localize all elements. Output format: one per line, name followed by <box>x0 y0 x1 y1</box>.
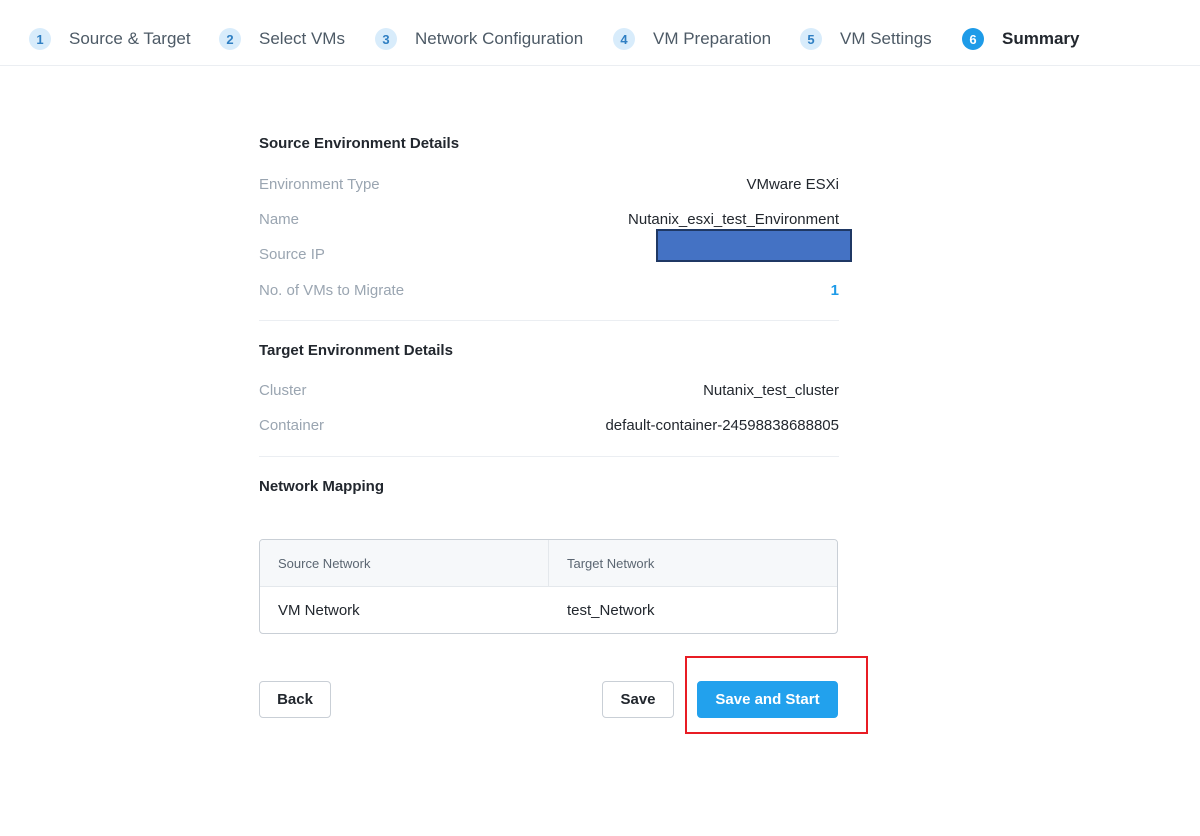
table-header: Source Network Target Network <box>260 540 837 587</box>
step-label: VM Settings <box>840 29 932 48</box>
source-ip-row: Source IP <box>259 229 852 268</box>
environment-type-row: Environment Type VMware ESXi <box>259 176 839 198</box>
step-label: Summary <box>1002 29 1080 48</box>
cluster-row: Cluster Nutanix_test_cluster <box>259 382 839 404</box>
source-network-cell: VM Network <box>278 602 360 619</box>
cluster-label: Cluster <box>259 382 307 399</box>
back-button[interactable]: Back <box>259 681 331 718</box>
environment-type-label: Environment Type <box>259 176 380 193</box>
step-label: Source & Target <box>69 29 191 48</box>
source-section-title: Source Environment Details <box>259 135 460 152</box>
name-value: Nutanix_esxi_test_Environment <box>628 211 839 228</box>
step-label: Select VMs <box>259 29 345 48</box>
vms-to-migrate-row: No. of VMs to Migrate 1 <box>259 282 839 304</box>
step-number: 2 <box>219 28 241 50</box>
save-and-start-button[interactable]: Save and Start <box>697 681 838 718</box>
step-number: 3 <box>375 28 397 50</box>
vms-to-migrate-label: No. of VMs to Migrate <box>259 282 405 299</box>
column-header-target-network: Target Network <box>567 555 655 571</box>
environment-type-value: VMware ESXi <box>746 176 839 193</box>
network-mapping-title: Network Mapping <box>259 478 385 495</box>
step-number: 4 <box>613 28 635 50</box>
target-network-cell: test_Network <box>567 602 655 619</box>
vms-to-migrate-count[interactable]: 1 <box>831 282 839 299</box>
name-label: Name <box>259 211 300 228</box>
step-network-configuration[interactable]: 3 Network Configuration <box>375 26 583 52</box>
step-number: 1 <box>29 28 51 50</box>
section-divider <box>259 320 839 321</box>
step-number: 6 <box>962 28 984 50</box>
save-button[interactable]: Save <box>602 681 674 718</box>
column-header-source-network: Source Network <box>260 540 549 586</box>
migration-wizard: 1 Source & Target 2 Select VMs 3 Network… <box>0 0 1200 836</box>
step-vm-settings[interactable]: 5 VM Settings <box>800 26 932 52</box>
step-select-vms[interactable]: 2 Select VMs <box>219 26 345 52</box>
container-value: default-container-24598838688805 <box>605 417 839 434</box>
wizard-stepper: 1 Source & Target 2 Select VMs 3 Network… <box>0 0 1200 66</box>
redacted-source-ip <box>656 229 852 262</box>
container-label: Container <box>259 417 325 434</box>
target-section-title: Target Environment Details <box>259 342 453 359</box>
step-vm-preparation[interactable]: 4 VM Preparation <box>613 26 771 52</box>
step-summary[interactable]: 6 Summary <box>962 26 1079 52</box>
section-divider <box>259 456 839 457</box>
source-ip-label: Source IP <box>259 246 325 263</box>
container-row: Container default-container-245988386888… <box>259 417 839 439</box>
cluster-value: Nutanix_test_cluster <box>703 382 839 399</box>
table-row: VM Network test_Network <box>260 587 837 633</box>
step-number: 5 <box>800 28 822 50</box>
step-source-target[interactable]: 1 Source & Target <box>29 26 191 52</box>
network-mapping-table: Source Network Target Network VM Network… <box>259 539 838 634</box>
step-label: Network Configuration <box>415 29 584 48</box>
step-label: VM Preparation <box>653 29 772 48</box>
